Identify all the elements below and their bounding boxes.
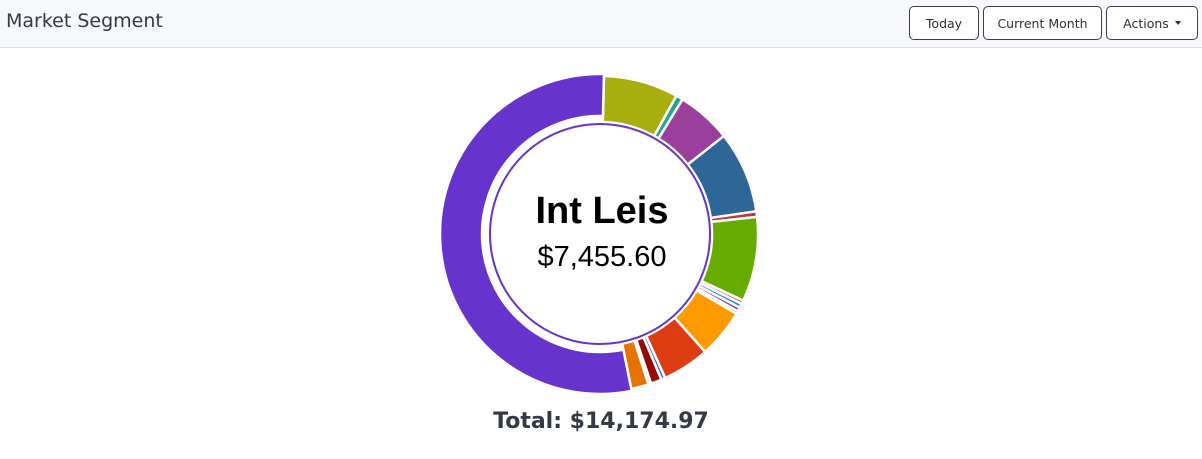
center-value: $7,455.60 [537,241,666,273]
caret-down-icon [1174,21,1181,25]
panel-header: Market Segment Today Current Month Actio… [0,0,1202,48]
center-label: Int Leis [535,190,668,232]
current-month-button[interactable]: Current Month [983,6,1102,40]
selected-slice-ring [489,123,711,345]
donut-chart: Int Leis $7,455.60 [438,72,760,396]
total-amount: Total: $14,174.97 [493,409,709,434]
panel-title: Market Segment [6,10,163,32]
actions-dropdown-button[interactable]: Actions [1106,6,1198,40]
today-button[interactable]: Today [909,6,979,40]
actions-label: Actions [1123,15,1169,31]
